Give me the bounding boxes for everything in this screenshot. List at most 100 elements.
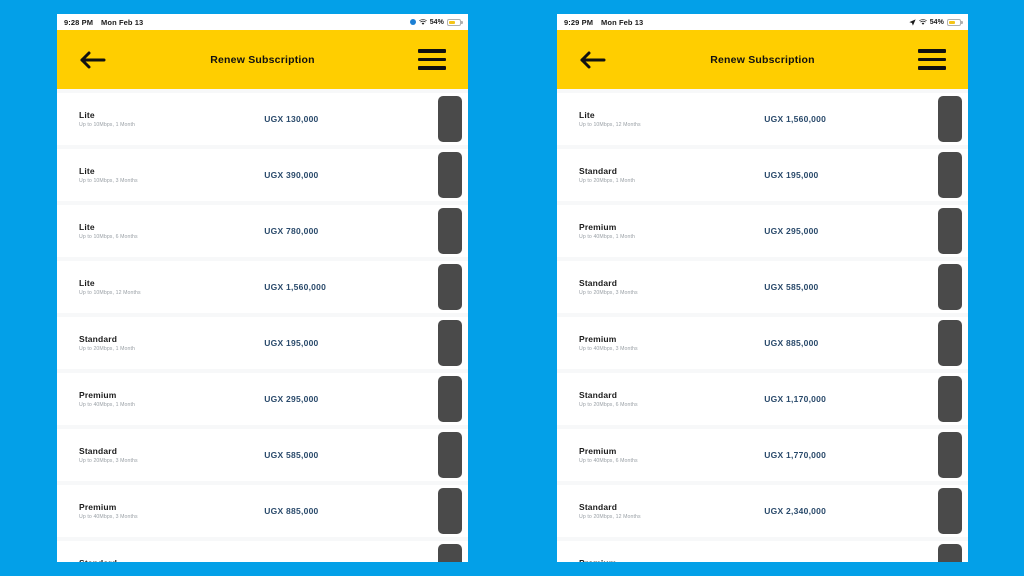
- plan-name: Standard: [79, 558, 254, 562]
- wifi-icon: [918, 18, 927, 25]
- plan-info: PremiumUp to 40Mbps, 12 Months: [557, 558, 754, 562]
- plan-row[interactable]: PremiumUp to 40Mbps, 12 MonthsUGX 3,540,…: [557, 541, 968, 562]
- plan-select-handle[interactable]: [438, 264, 462, 310]
- plan-info: Standard Up to 20Mbps, 3 Months: [57, 446, 254, 465]
- plan-price: UGX 885,000: [764, 338, 819, 348]
- plan-price: UGX 2,340,000: [764, 506, 827, 516]
- plan-price: UGX 295,000: [764, 226, 819, 236]
- plan-select-handle[interactable]: [938, 264, 962, 310]
- plan-price: UGX 1,170,000: [764, 394, 827, 404]
- hamburger-menu-icon[interactable]: [418, 49, 446, 70]
- plan-description: Up to 40Mbps, 1 Month: [79, 402, 136, 409]
- status-bar: 9:28 PM Mon Feb 13 54%: [57, 14, 468, 30]
- plan-row[interactable]: StandardUp to 20Mbps, 6 Months UGX 1,170,…: [557, 373, 968, 425]
- plan-select-handle[interactable]: [938, 376, 962, 422]
- plan-info: Standard Up to 20Mbps, 12 Months: [557, 502, 754, 521]
- plan-name: Premium: [579, 445, 617, 456]
- plan-price: UGX 1,560,000: [764, 114, 827, 124]
- plan-select-handle[interactable]: [438, 96, 462, 142]
- app-header: Renew Subscription: [557, 30, 968, 89]
- plan-name: Standard: [579, 277, 618, 288]
- plan-select-handle[interactable]: [938, 432, 962, 478]
- plan-info: Lite Up to 10Mbps, 1 Month: [57, 110, 254, 129]
- plan-select-handle[interactable]: [938, 488, 962, 534]
- plan-select-handle[interactable]: [438, 432, 462, 478]
- plan-info: Premium Up to 40Mbps, 3 Months: [57, 502, 254, 521]
- plan-name: Standard: [579, 165, 618, 176]
- location-arrow-icon: [909, 18, 916, 26]
- plan-name: Premium: [579, 558, 754, 562]
- plan-row[interactable]: Standard Up to 20Mbps, 1 Month UGX 195,000: [557, 149, 968, 201]
- status-time: 9:28 PM: [64, 17, 94, 27]
- status-indicators: 54%: [409, 18, 463, 26]
- battery-icon: [947, 18, 963, 26]
- plan-row[interactable]: Standard Up to 20Mbps, 1 Month UGX 195,000: [57, 317, 468, 369]
- plan-select-handle[interactable]: [938, 152, 962, 198]
- plan-select-handle[interactable]: [438, 152, 462, 198]
- plan-description: Up to 20Mbps, 12 Months: [579, 514, 641, 521]
- hamburger-menu-icon[interactable]: [918, 49, 946, 70]
- plan-select-handle[interactable]: [938, 208, 962, 254]
- plan-select-handle[interactable]: [438, 320, 462, 366]
- plan-select-handle[interactable]: [438, 376, 462, 422]
- plan-price: UGX 195,000: [764, 170, 819, 180]
- plan-row[interactable]: Lite Up to 10Mbps, 12 Months UGX 1,560,000: [557, 93, 968, 145]
- wifi-icon: [418, 18, 427, 25]
- plan-price: UGX 885,000: [264, 506, 319, 516]
- plan-list-right[interactable]: Lite Up to 10Mbps, 12 Months UGX 1,560,000…: [557, 89, 968, 562]
- plan-row[interactable]: StandardUp to 20Mbps, 6 MonthsUGX 1,170,…: [57, 541, 468, 562]
- plan-price: UGX 585,000: [764, 282, 819, 292]
- plan-row[interactable]: Lite Up to 10Mbps, 3 Months UGX 390,000: [57, 149, 468, 201]
- plan-row[interactable]: Standard Up to 20Mbps, 3 Months UGX 585,00…: [557, 261, 968, 313]
- plan-description: Up to 10Mbps, 12 Months: [79, 290, 141, 297]
- plan-row[interactable]: Lite Up to 10Mbps, 1 Month UGX 130,000: [57, 93, 468, 145]
- status-indicators: 54%: [909, 18, 963, 26]
- status-date: Mon Feb 13: [101, 17, 144, 27]
- plan-select-handle[interactable]: [938, 544, 962, 562]
- plan-row[interactable]: Lite Up to 10Mbps, 12 Months UGX 1,560,000: [57, 261, 468, 313]
- plan-description: Up to 10Mbps, 12 Months: [579, 122, 641, 129]
- plan-description: Up to 40Mbps, 3 Months: [79, 514, 138, 521]
- plan-select-handle[interactable]: [938, 320, 962, 366]
- plan-info: Standard Up to 20Mbps, 1 Month: [557, 166, 754, 185]
- plan-row[interactable]: Premium Up to 40Mbps, 1 Month UGX 295,000: [557, 205, 968, 257]
- plan-name: Standard: [579, 389, 618, 400]
- plan-info: Premium Up to 40Mbps, 6 Months: [557, 446, 754, 465]
- plan-row[interactable]: Standard Up to 20Mbps, 12 Months UGX 2,340…: [557, 485, 968, 537]
- plan-description: Up to 40Mbps, 1 Month: [579, 234, 636, 241]
- plan-row[interactable]: Premium Up to 40Mbps, 3 Months UGX 885,000: [557, 317, 968, 369]
- status-bar: 9:29 PM Mon Feb 13 54%: [557, 14, 968, 30]
- plan-description: Up to 20Mbps, 1 Month: [579, 178, 636, 185]
- page-title: Renew Subscription: [210, 53, 315, 66]
- plan-select-handle[interactable]: [438, 544, 462, 562]
- plan-name: Premium: [79, 501, 117, 512]
- plan-name: Premium: [579, 333, 617, 344]
- back-arrow-icon[interactable]: [79, 50, 107, 70]
- plan-description: Up to 10Mbps, 6 Months: [79, 234, 138, 241]
- battery-icon: [447, 18, 463, 26]
- plan-select-handle[interactable]: [438, 208, 462, 254]
- plan-row[interactable]: Premium Up to 40Mbps, 1 Month UGX 295,000: [57, 373, 468, 425]
- plan-row[interactable]: Standard Up to 20Mbps, 3 Months UGX 585,00…: [57, 429, 468, 481]
- plan-price: UGX 195,000: [264, 338, 319, 348]
- plan-info: StandardUp to 20Mbps, 6 Months: [557, 390, 754, 409]
- plan-price: UGX 1,770,000: [764, 450, 827, 460]
- plan-info: Premium Up to 40Mbps, 1 Month: [557, 222, 754, 241]
- plan-select-handle[interactable]: [438, 488, 462, 534]
- plan-name: Standard: [579, 501, 618, 512]
- battery-percent: 54%: [929, 18, 944, 26]
- plan-row[interactable]: Lite Up to 10Mbps, 6 Months UGX 780,000: [57, 205, 468, 257]
- status-time: 9:29 PM: [564, 17, 594, 27]
- plan-row[interactable]: Premium Up to 40Mbps, 3 Months UGX 885,000: [57, 485, 468, 537]
- plan-info: StandardUp to 20Mbps, 6 Months: [57, 558, 254, 562]
- plan-list-left[interactable]: Lite Up to 10Mbps, 1 Month UGX 130,000 Lite…: [57, 89, 468, 562]
- plan-name: Lite: [79, 277, 95, 288]
- plan-select-handle[interactable]: [938, 96, 962, 142]
- plan-info: Lite Up to 10Mbps, 6 Months: [57, 222, 254, 241]
- back-arrow-icon[interactable]: [579, 50, 607, 70]
- plan-description: Up to 20Mbps, 1 Month: [79, 346, 136, 353]
- plan-row[interactable]: Premium Up to 40Mbps, 6 Months UGX 1,770,0…: [557, 429, 968, 481]
- plan-description: Up to 10Mbps, 3 Months: [79, 178, 138, 185]
- plan-name: Premium: [579, 221, 617, 232]
- plan-price: UGX 780,000: [264, 226, 319, 236]
